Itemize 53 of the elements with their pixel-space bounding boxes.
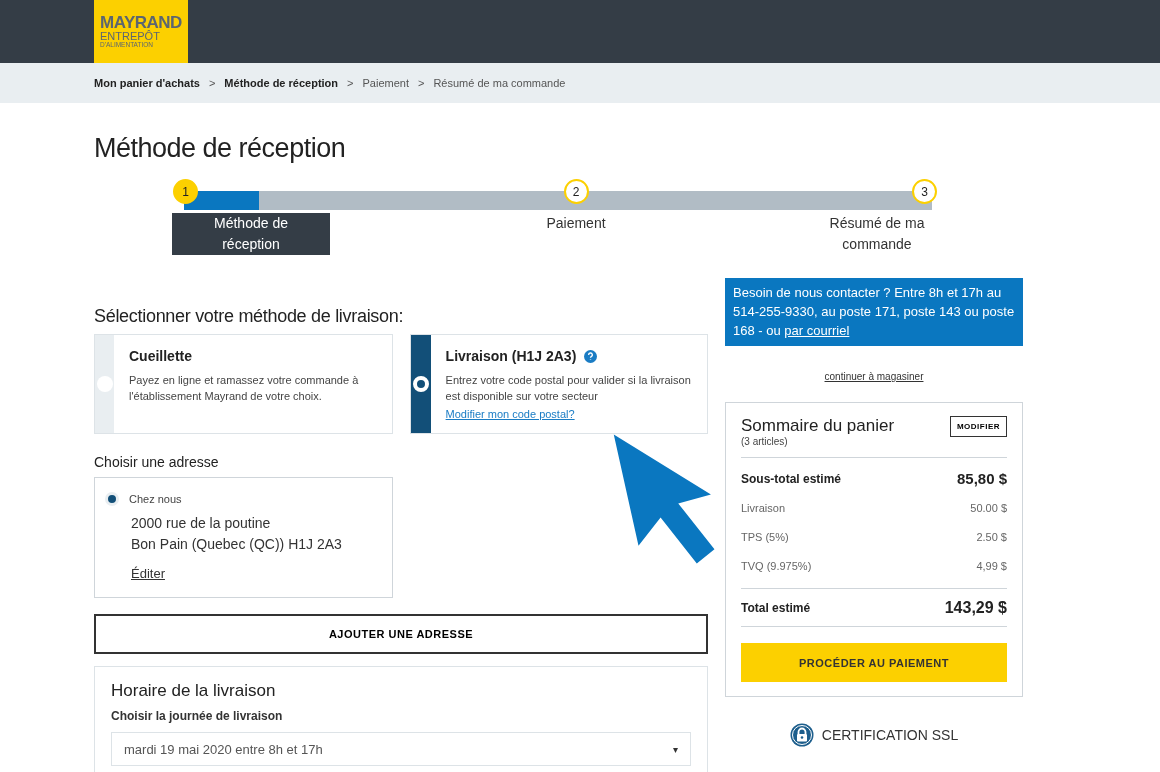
radio-button[interactable] bbox=[105, 492, 119, 506]
summary-amount: 4,99 $ bbox=[976, 559, 1007, 572]
summary-label: Sous-total estimé bbox=[741, 471, 842, 486]
section-heading: Sélectionner votre méthode de livraison: bbox=[94, 306, 405, 327]
option-description: Payez en ligne et ramassez votre commande à l'établissement Mayrand de votre choix. bbox=[129, 373, 360, 404]
address-line: 2000 rue de la poutine bbox=[131, 514, 272, 533]
option-title: Cueillette bbox=[129, 348, 192, 364]
ssl-certification-label: CERTIFICATION SSL bbox=[821, 727, 959, 743]
padlock-icon bbox=[789, 723, 814, 747]
summary-label: Livraison bbox=[741, 501, 786, 514]
breadcrumb-separator: > bbox=[208, 77, 216, 89]
breadcrumb-separator: > bbox=[347, 77, 354, 89]
page-title: Méthode de réception bbox=[94, 132, 347, 165]
breadcrumb-link[interactable]: Mon panier d'achats bbox=[94, 77, 200, 89]
option-description: Entrez votre code postal pour valider si la livraison est disponible sur votre secteur bbox=[445, 373, 692, 404]
summary-label: Total estimé bbox=[741, 600, 811, 615]
address-card[interactable]: Chez nous 2000 rue de la poutine Bon Pain (Quebec (QC)) H1J 2A3 Éditer bbox=[94, 477, 393, 598]
delivery-day-select[interactable]: mardi 19 mai 2020 entre 8h et 17h ▾ bbox=[111, 732, 691, 766]
summary-amount: 50.00 $ bbox=[970, 501, 1007, 514]
edit-link[interactable]: Éditer bbox=[131, 566, 165, 581]
modify-button[interactable]: MODIFIER bbox=[949, 416, 1007, 437]
address-heading: Choisir une adresse bbox=[94, 454, 220, 470]
help-icon[interactable] bbox=[584, 349, 598, 363]
step-label: Paiement bbox=[546, 214, 606, 233]
add-address-button[interactable]: AJOUTER UNE ADRESSE bbox=[94, 614, 708, 654]
item-count: (3 articles) bbox=[741, 436, 789, 447]
contact-notice: Besoin de nous contacter ? Entre 8h et 17h au 514-255-9330, au poste 171, poste 143 ou poste 168 - ou par courriel bbox=[725, 278, 1023, 346]
summary-amount: 143,29 $ bbox=[944, 598, 1007, 617]
address-line: Bon Pain (Quebec (QC)) H1J 2A3 bbox=[131, 535, 343, 554]
change-postal-code-link[interactable]: Modifier mon code postal? bbox=[445, 408, 575, 420]
delivery-option-card[interactable]: Livraison (H1J 2A3) Entrez votre code postal pour valider si la livraison est disponible sur votre secteur Modifier mon code postal? bbox=[409, 334, 708, 434]
breadcrumb-link[interactable]: Résumé de ma commande bbox=[433, 77, 566, 89]
step-label: Résumé de ma commande bbox=[828, 214, 926, 254]
email-link[interactable]: par courriel bbox=[784, 323, 850, 338]
step-number: 1 bbox=[173, 179, 198, 204]
breadcrumb-link[interactable]: Paiement bbox=[362, 77, 409, 89]
summary-amount: 85,80 $ bbox=[956, 470, 1007, 487]
step-number: 3 bbox=[912, 179, 937, 204]
summary-amount: 2.50 $ bbox=[976, 530, 1007, 543]
continue-shopping-link[interactable]: continuer à magasiner bbox=[824, 371, 924, 382]
breadcrumb-separator: > bbox=[417, 77, 425, 89]
option-title: Livraison (H1J 2A3) bbox=[445, 348, 577, 364]
address-name: Chez nous bbox=[129, 493, 182, 505]
field-label: Choisir la journée de livraison bbox=[111, 709, 284, 723]
breadcrumb-link[interactable]: Méthode de réception bbox=[224, 77, 339, 89]
step-label: Méthode de réception bbox=[172, 213, 330, 255]
checkout-button[interactable]: PROCÉDER AU PAIEMENT bbox=[741, 643, 1007, 682]
radio-button[interactable] bbox=[96, 376, 113, 392]
schedule-heading: Horaire de la livraison bbox=[111, 681, 277, 701]
delivery-option-card[interactable]: Cueillette Payez en ligne et ramassez votre commande à l'établissement Mayrand de votre choix. bbox=[94, 334, 393, 434]
summary-label: TPS (5%) bbox=[741, 530, 789, 543]
summary-title: Sommaire du panier bbox=[741, 416, 895, 436]
summary-label: TVQ (9.975%) bbox=[741, 559, 812, 572]
